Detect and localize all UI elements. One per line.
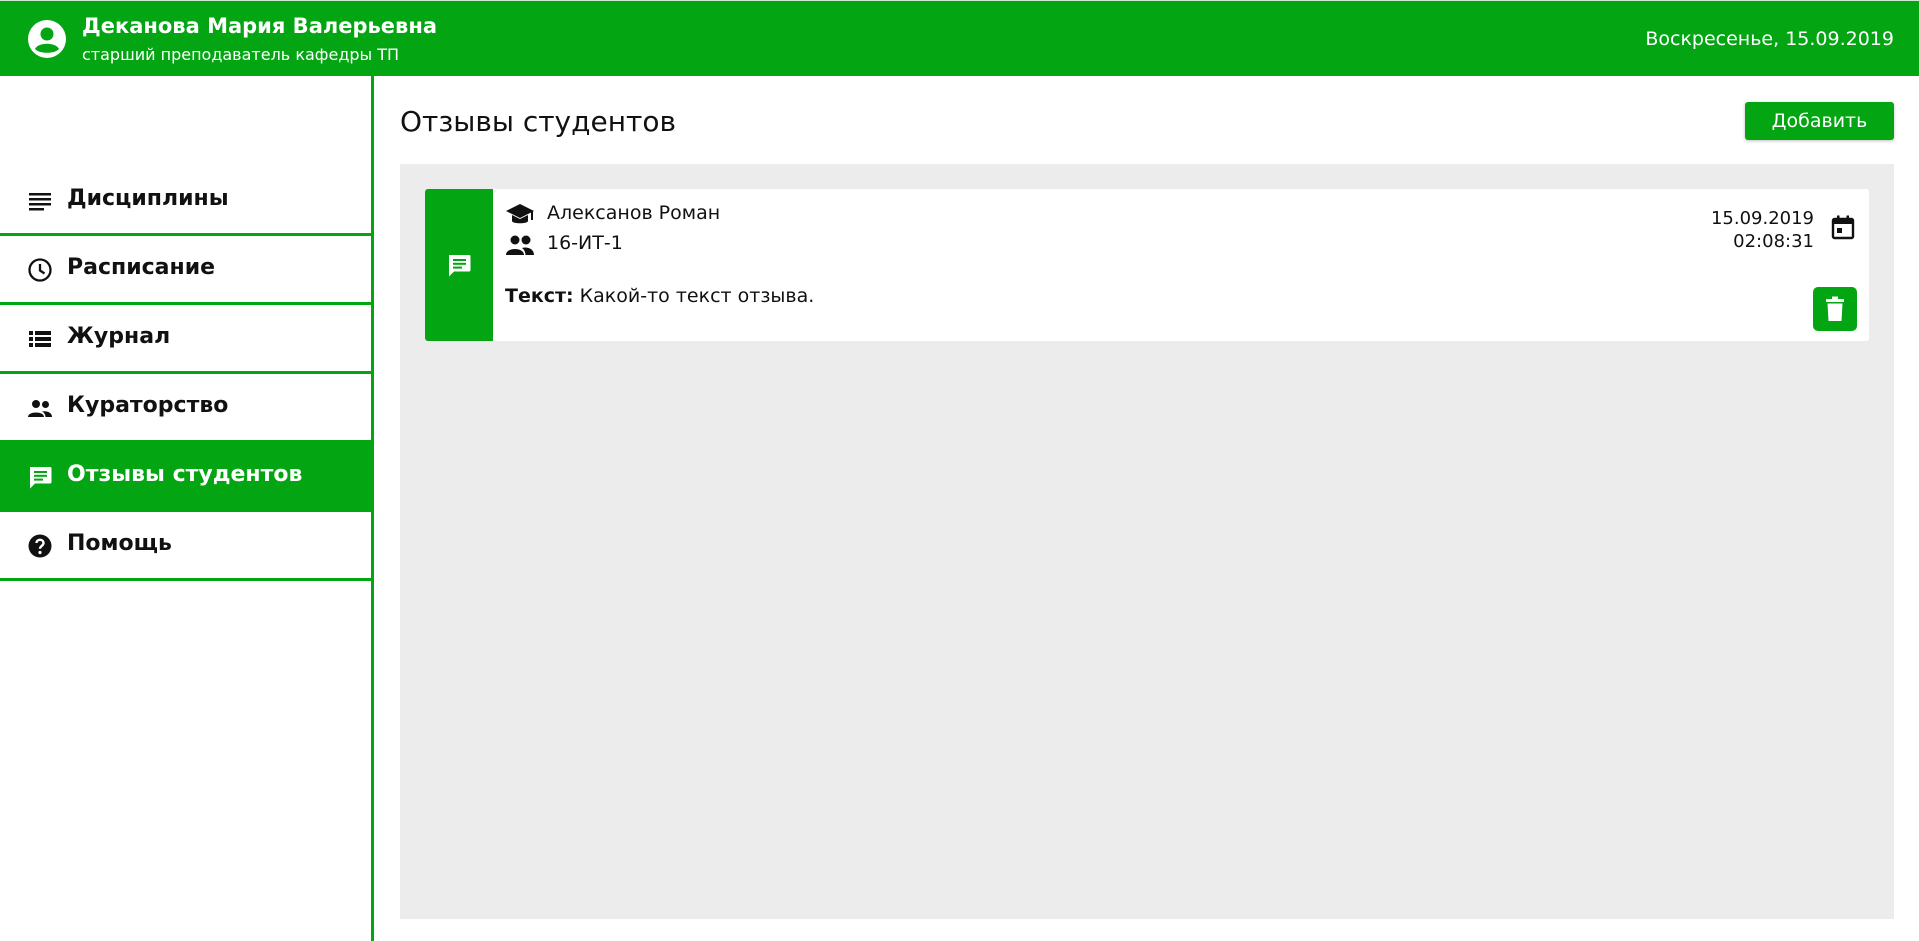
review-card: Алексанов Роман 16-ИТ-1 Текст: Какой-то … xyxy=(425,189,1869,341)
sidebar-item-help[interactable]: Помощь xyxy=(0,512,371,581)
help-icon xyxy=(28,534,52,558)
sidebar: Дисциплины Расписание Журнал Кураторство… xyxy=(0,76,374,941)
trash-icon xyxy=(1826,296,1844,321)
people-icon xyxy=(28,400,52,417)
feedback-icon xyxy=(30,467,52,489)
reviews-panel: Алексанов Роман 16-ИТ-1 Текст: Какой-то … xyxy=(400,164,1894,919)
list-icon xyxy=(29,331,51,347)
review-text-value: Какой-то текст отзыва. xyxy=(579,285,815,307)
review-text-label: Текст: xyxy=(505,285,574,307)
sidebar-item-journal[interactable]: Журнал xyxy=(0,305,371,374)
school-icon xyxy=(506,204,534,224)
top-bar: Деканова Мария Валерьевна старший препод… xyxy=(0,0,1919,76)
student-name: Алексанов Роман xyxy=(547,202,721,224)
sidebar-item-label: Кураторство xyxy=(67,393,229,418)
review-date: 15.09.2019 xyxy=(1710,208,1814,229)
sidebar-nav: Дисциплины Расписание Журнал Кураторство… xyxy=(0,167,371,581)
sidebar-item-label: Дисциплины xyxy=(67,186,229,211)
review-card-strip xyxy=(425,189,493,341)
current-date: Воскресенье, 15.09.2019 xyxy=(1645,28,1894,50)
delete-button[interactable] xyxy=(1813,287,1857,331)
feedback-icon xyxy=(449,255,471,277)
sidebar-item-label: Журнал xyxy=(67,324,171,349)
group-name: 16-ИТ-1 xyxy=(547,232,623,254)
review-time: 02:08:31 xyxy=(1733,231,1814,252)
clock-icon xyxy=(28,258,52,282)
user-name: Деканова Мария Валерьевна xyxy=(82,14,438,38)
sidebar-item-label: Отзывы студентов xyxy=(67,462,303,487)
main-content: Отзывы студентов Добавить Алексанов Рома… xyxy=(374,76,1919,941)
account-circle-icon[interactable] xyxy=(27,19,67,59)
sidebar-item-curatorship[interactable]: Кураторство xyxy=(0,374,371,443)
user-role: старший преподаватель кафедры ТП xyxy=(82,45,400,64)
sidebar-item-student-reviews[interactable]: Отзывы студентов xyxy=(0,443,371,512)
page-title: Отзывы студентов xyxy=(400,105,676,138)
sidebar-item-label: Помощь xyxy=(67,531,172,556)
sidebar-item-disciplines[interactable]: Дисциплины xyxy=(0,167,371,236)
calendar-icon xyxy=(1831,215,1855,240)
sidebar-item-schedule[interactable]: Расписание xyxy=(0,236,371,305)
subject-icon xyxy=(29,193,51,211)
review-text: Текст: Какой-то текст отзыва. xyxy=(505,285,814,307)
review-datetime: 15.09.2019 02:08:31 xyxy=(1711,207,1814,253)
sidebar-item-label: Расписание xyxy=(67,255,216,280)
people-icon xyxy=(506,235,534,255)
add-button[interactable]: Добавить xyxy=(1745,102,1894,140)
